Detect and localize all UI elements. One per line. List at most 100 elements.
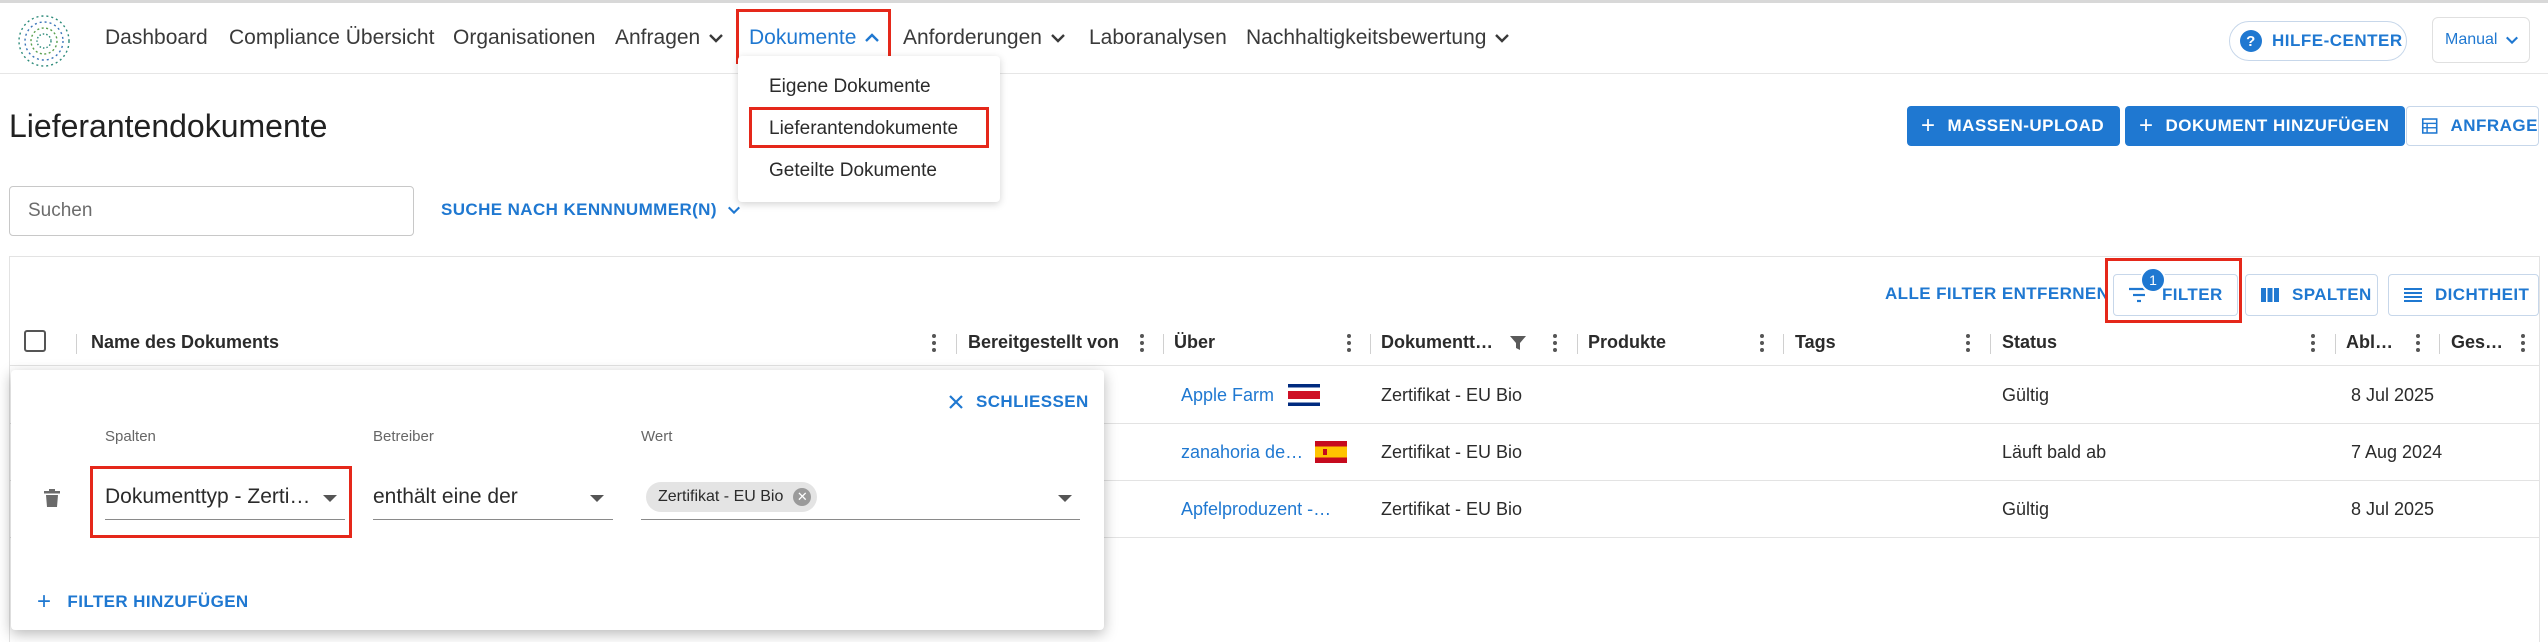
column-header-status[interactable]: Status (2002, 332, 2057, 353)
add-document-button[interactable]: + DOKUMENT HINZUFÜGEN (2125, 106, 2406, 146)
value-chip-label: Zertifikat - EU Bio (658, 488, 784, 505)
nav-dashboard[interactable]: Dashboard (105, 3, 208, 73)
nav-dashboard-label: Dashboard (105, 26, 208, 49)
page-title: Lieferantendokumente (9, 108, 328, 144)
column-menu-icon[interactable] (931, 332, 937, 354)
remove-chip-icon[interactable]: ✕ (793, 488, 812, 506)
filter-active-icon[interactable] (1509, 334, 1527, 352)
operator-select[interactable]: enthält eine der (373, 474, 613, 520)
nav-organisations-label: Organisationen (453, 26, 596, 49)
close-label: SCHLIESSEN (976, 392, 1089, 411)
nav-requirements-label: Anforderungen (903, 26, 1042, 49)
column-header-document-type[interactable]: Dokumentt… (1381, 332, 1493, 353)
columns-button[interactable]: SPALTEN (2245, 274, 2378, 316)
expiry-cell: 8 Jul 2025 (2351, 385, 2435, 405)
help-icon: ? (2240, 30, 2262, 52)
column-menu-icon[interactable] (1965, 332, 1971, 354)
status-cell: Läuft bald ab (2002, 442, 2107, 462)
column-header-name[interactable]: Name des Dokuments (91, 332, 279, 353)
manual-label: Manual (2445, 31, 2498, 48)
column-header-total[interactable]: Ges… (2451, 332, 2503, 353)
menu-item-shared-documents[interactable]: Geteilte Dokumente (769, 160, 937, 182)
columns-label: SPALTEN (2292, 285, 2372, 304)
expiry-cell: 7 Aug 2024 (2351, 442, 2443, 462)
density-label: DICHTHEIT (2435, 285, 2530, 304)
columns-icon (2261, 288, 2279, 302)
bulk-upload-button[interactable]: + MASSEN-UPLOAD (1907, 106, 2121, 146)
expiry-cell: 8 Jul 2025 (2351, 499, 2435, 519)
help-center-button[interactable]: ? HILFE-CENTER (2229, 21, 2407, 61)
status-cell: Gültig (2002, 499, 2050, 519)
document-type-cell: Zertifikat - EU Bio (1381, 442, 1523, 462)
column-menu-icon[interactable] (1759, 332, 1765, 354)
about-link[interactable]: Apfelproduzent -… (1181, 499, 1331, 520)
about-link[interactable]: Apple Farm (1181, 385, 1274, 406)
chevron-down-icon (709, 34, 724, 43)
chevron-down-icon (2506, 36, 2519, 45)
dropdown-arrow-icon (590, 495, 604, 502)
nav-compliance-label: Compliance Übersicht (229, 26, 435, 49)
about-link[interactable]: zanahoria de… (1181, 442, 1303, 463)
help-center-label: HILFE-CENTER (2272, 31, 2403, 50)
column-separator (76, 334, 77, 354)
column-menu-icon[interactable] (1552, 332, 1558, 354)
column-separator (1370, 334, 1371, 354)
highlight-column-select (90, 466, 352, 538)
chevron-down-icon (1495, 34, 1510, 43)
value-field-label: Wert (641, 428, 673, 445)
nav-requests[interactable]: Anfragen (615, 3, 724, 73)
column-separator (1990, 334, 1991, 354)
nav-organisations[interactable]: Organisationen (453, 3, 595, 73)
column-menu-icon[interactable] (1139, 332, 1145, 354)
column-separator (956, 334, 957, 354)
bulk-upload-label: MASSEN-UPLOAD (1947, 116, 2105, 135)
column-separator (1577, 334, 1578, 354)
column-separator (2439, 334, 2440, 354)
menu-item-own-documents[interactable]: Eigene Dokumente (769, 76, 931, 98)
status-cell: Gültig (2002, 385, 2050, 405)
add-filter-label: FILTER HINZUFÜGEN (67, 592, 249, 611)
nav-sustainability[interactable]: Nachhaltigkeitsbewertung (1246, 3, 1510, 73)
value-chip[interactable]: Zertifikat - EU Bio ✕ (646, 482, 818, 512)
column-menu-icon[interactable] (1346, 332, 1352, 354)
column-header-products[interactable]: Produkte (1588, 332, 1666, 353)
column-header-about[interactable]: Über (1174, 332, 1215, 353)
highlight-supplier-documents (749, 107, 989, 148)
add-document-label: DOKUMENT HINZUFÜGEN (2165, 116, 2390, 135)
chevron-down-icon (727, 206, 740, 215)
id-search-label: SUCHE NACH KENNNUMMER(N) (441, 200, 717, 219)
nav-sustainability-label: Nachhaltigkeitsbewertung (1246, 26, 1487, 49)
column-separator (1783, 334, 1784, 354)
nav-requests-label: Anfragen (615, 26, 701, 49)
column-header-tags[interactable]: Tags (1795, 332, 1836, 353)
nav-compliance-overview[interactable]: Compliance Übersicht (229, 3, 434, 73)
costa-rica-flag-icon (1288, 384, 1320, 406)
nav-lab-analyses-label: Laboranalysen (1089, 26, 1227, 49)
delete-icon[interactable] (43, 488, 61, 508)
operator-field-label: Betreiber (373, 428, 434, 445)
document-type-cell: Zertifikat - EU Bio (1381, 499, 1523, 519)
company-logo-icon[interactable] (16, 13, 72, 69)
manual-select[interactable]: Manual (2432, 17, 2530, 63)
search-input[interactable] (9, 186, 414, 236)
column-menu-icon[interactable] (2310, 332, 2316, 354)
column-header-provided-by[interactable]: Bereitgestellt von (968, 332, 1119, 353)
density-button[interactable]: DICHTHEIT (2388, 274, 2539, 316)
table-header: Name des Dokuments Bereitgestellt von Üb… (10, 322, 2539, 366)
operator-select-value: enthält eine der (373, 484, 518, 508)
clear-all-filters-button[interactable]: ALLE FILTER ENTFERNEN (1885, 284, 2109, 304)
id-search-toggle[interactable]: SUCHE NACH KENNNUMMER(N) (441, 200, 741, 220)
top-navigation: Dashboard Compliance Übersicht Organisat… (0, 0, 2548, 74)
highlight-filter-button (2105, 258, 2242, 323)
column-header-expiry[interactable]: Abl… (2346, 332, 2393, 353)
columns-field-label: Spalten (105, 428, 156, 445)
column-separator (2335, 334, 2336, 354)
dropdown-arrow-icon (1058, 495, 1072, 502)
add-filter-button[interactable]: + FILTER HINZUFÜGEN (37, 588, 249, 616)
request-label: ANFRAGE (2450, 116, 2538, 135)
nav-lab-analyses[interactable]: Laboranalysen (1089, 3, 1227, 73)
column-menu-icon[interactable] (2415, 332, 2421, 354)
request-button[interactable]: ANFRAGE (2406, 106, 2539, 146)
close-filter-panel-button[interactable]: SCHLIESSEN (948, 392, 1089, 412)
column-menu-icon[interactable] (2520, 332, 2526, 354)
